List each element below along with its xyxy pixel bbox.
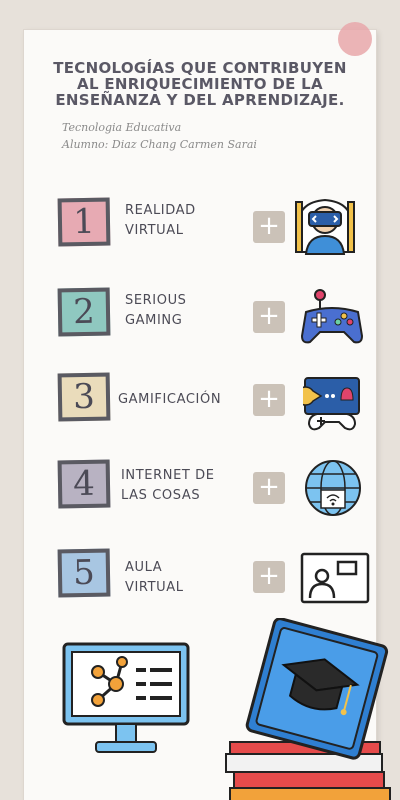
plus-button-2[interactable]: + xyxy=(253,301,285,333)
item-label-3: GAMIFICACIÓN xyxy=(118,390,221,410)
subject-text: Tecnologia Educativa xyxy=(62,121,182,134)
plus-button-3[interactable]: + xyxy=(253,384,285,416)
plus-button-1[interactable]: + xyxy=(253,211,285,243)
number-badge-1: 1 xyxy=(57,197,111,247)
item-label-5-line2: VIRTUAL xyxy=(125,580,184,595)
number-badge-2: 2 xyxy=(57,287,111,337)
item-label-4-line1: INTERNET DE xyxy=(121,468,215,483)
item-label-1-line1: REALIDAD xyxy=(125,203,196,218)
item-label-3-line1: GAMIFICACIÓN xyxy=(118,392,222,407)
gamepad-icon xyxy=(300,289,364,344)
plus-button-4[interactable]: + xyxy=(253,472,285,504)
item-label-2-line1: SERIOUS xyxy=(125,293,187,308)
graduation-books-icon xyxy=(225,618,391,800)
virtual-classroom-icon xyxy=(300,552,370,604)
item-label-2: SERIOUS GAMING xyxy=(125,291,187,331)
vr-headset-icon xyxy=(295,198,355,255)
number-badge-4: 4 xyxy=(57,459,111,509)
item-label-2-line2: GAMING xyxy=(125,313,183,328)
item-label-4-line2: LAS COSAS xyxy=(121,488,201,503)
plus-button-5[interactable]: + xyxy=(253,561,285,593)
page-title: TECNOLOGÍAS QUE CONTRIBUYEN AL ENRIQUECI… xyxy=(53,59,347,109)
number-badge-3: 3 xyxy=(57,372,111,422)
item-label-5-line1: AULA xyxy=(125,560,163,575)
arcade-game-icon xyxy=(303,377,360,431)
item-label-1-line2: VIRTUAL xyxy=(125,223,184,238)
item-label-1: REALIDAD VIRTUAL xyxy=(125,201,196,241)
tape-decoration xyxy=(338,22,372,56)
item-label-4: INTERNET DE LAS COSAS xyxy=(121,466,215,506)
computer-network-icon xyxy=(62,642,190,753)
student-text: Alumno: Diaz Chang Carmen Sarai xyxy=(62,138,257,151)
item-label-5: AULA VIRTUAL xyxy=(125,558,184,598)
globe-wifi-icon xyxy=(305,460,361,516)
number-badge-5: 5 xyxy=(57,548,111,598)
